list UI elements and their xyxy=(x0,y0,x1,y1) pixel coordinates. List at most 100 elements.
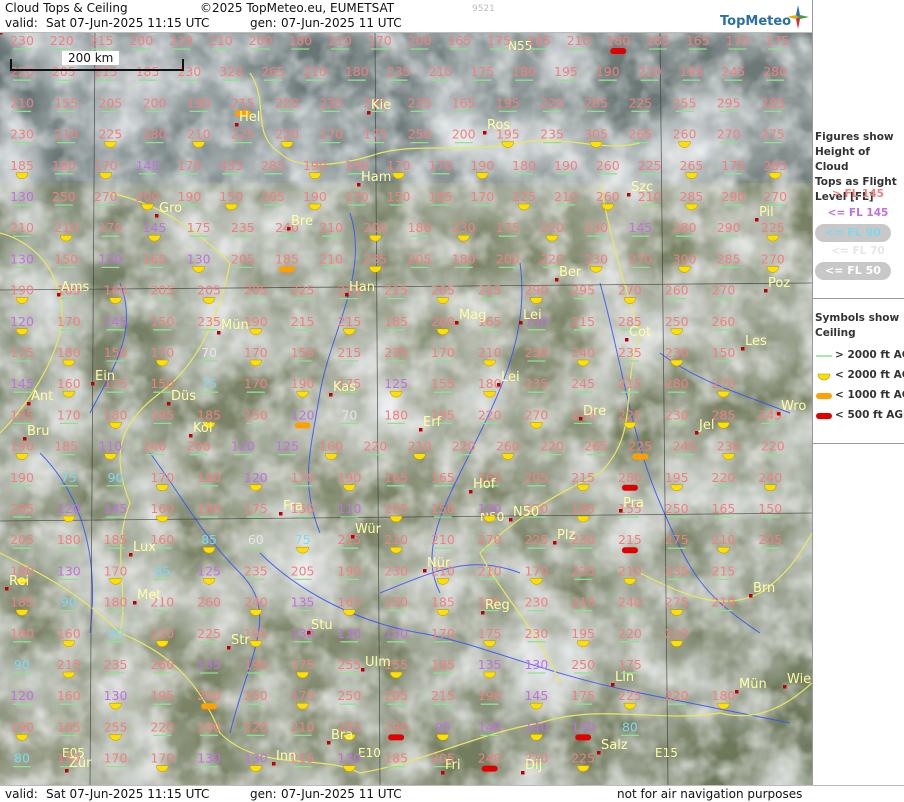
cloud-top-value: 180 xyxy=(143,127,167,142)
ceiling-legend-item: > 2000 ft AGL xyxy=(813,349,904,365)
cloud-top-value: 225 xyxy=(628,439,652,454)
weather-map[interactable]: N55N50E05E10E15 230220215200210210200180… xyxy=(0,33,812,785)
cloud-top-value: 235 xyxy=(387,64,411,79)
cloud-top-value: 160 xyxy=(10,626,34,641)
cloud-top-value: 170 xyxy=(726,33,750,48)
city-marker xyxy=(741,347,745,351)
cloud-top-value: 205 xyxy=(261,189,285,204)
cloud-top-value: 190 xyxy=(10,439,34,454)
city-marker xyxy=(625,338,629,342)
copyright-text: ©2025 TopMeteo.eu, EUMETSAT xyxy=(200,1,395,15)
cloud-top-value: 235 xyxy=(319,95,343,110)
city-marker xyxy=(419,428,423,432)
tops-legend-pill: <= FL 50 xyxy=(815,262,891,280)
city-marker xyxy=(167,402,171,406)
cloud-top-value: 230 xyxy=(10,33,34,48)
map-header: Cloud Tops & Ceiling ©2025 TopMeteo.eu, … xyxy=(0,0,812,33)
cloud-top-value: 175 xyxy=(10,345,34,360)
cloud-top-value: 130 xyxy=(197,751,221,766)
cloud-top-value: 180 xyxy=(384,407,408,422)
cloud-top-value: 185 xyxy=(646,33,670,48)
ceiling-legend-label: < 500 ft AGL xyxy=(835,409,904,421)
cloud-top-value: 90 xyxy=(14,657,30,672)
cloud-top-value: 130 xyxy=(384,626,408,641)
cloud-top-value: 270 xyxy=(524,407,548,422)
cloud-top-value: 155 xyxy=(54,95,78,110)
cloud-top-value: 215 xyxy=(571,470,595,485)
city-label: Ulm xyxy=(365,655,391,670)
cloud-top-value: 250 xyxy=(524,345,548,360)
cloud-top-value: 240 xyxy=(478,751,502,766)
logo-text: TopMeteo xyxy=(720,14,792,29)
map-footer: valid: Sat 07-Jun-2025 11:15 UTC gen: 07… xyxy=(0,785,904,802)
cloud-top-value: 225 xyxy=(512,189,536,204)
grid-label: E15 xyxy=(655,746,678,760)
cloud-top-value: 235 xyxy=(540,127,564,142)
cloud-top-value: 210 xyxy=(431,532,455,547)
cloud-top-value: 205 xyxy=(10,532,34,547)
map-canvas[interactable]: N55N50E05E10E15 230220215200210210200180… xyxy=(0,33,812,785)
cloud-top-value: 190 xyxy=(10,719,34,734)
city-label: Pil xyxy=(759,205,774,220)
cloud-top-value: 270 xyxy=(761,251,785,266)
city-label: Szc xyxy=(631,180,653,195)
cloud-top-value: 150 xyxy=(758,501,782,516)
cloud-top-value: 205 xyxy=(384,501,408,516)
tops-legend-item: <= FL 145 xyxy=(827,207,889,219)
cloud-top-value: 180 xyxy=(408,220,432,235)
cloud-top-value: 275 xyxy=(665,595,689,610)
ceiling-title-line: Ceiling xyxy=(815,327,856,339)
cloud-top-value: 215 xyxy=(571,314,595,329)
cloud-top-value: 210 xyxy=(638,64,662,79)
cloud-top-value: 200 xyxy=(143,95,167,110)
cloud-top-value: 185 xyxy=(431,595,455,610)
ceiling-500-symbol xyxy=(610,48,627,54)
cloud-top-value: 260 xyxy=(197,595,221,610)
cloud-top-value: 135 xyxy=(197,657,221,672)
cloud-top-value: 210 xyxy=(319,220,343,235)
cloud-top-value: 225 xyxy=(761,220,785,235)
footer-gen-time: 07-Jun-2025 11 UTC xyxy=(281,787,402,801)
ceiling-legend-label: > 2000 ft AGL xyxy=(835,349,904,361)
cloud-top-value: 225 xyxy=(638,158,662,173)
cloud-top-value: 130 xyxy=(10,251,34,266)
cloud-top-value: 270 xyxy=(763,189,787,204)
cloud-top-value: 235 xyxy=(384,345,408,360)
cloud-top-value: 170 xyxy=(428,158,452,173)
city-marker xyxy=(455,321,459,325)
cloud-top-value: 235 xyxy=(618,345,642,360)
cloud-top-value: 235 xyxy=(665,563,689,578)
city-label: Mag xyxy=(459,308,486,323)
cloud-top-value: 260 xyxy=(150,657,174,672)
cloud-top-value: 70 xyxy=(201,345,217,360)
city-label: Pra xyxy=(623,496,644,511)
cloud-top-value: 250 xyxy=(571,657,595,672)
legend-panel: Figures show Height of Cloud Tops as Fli… xyxy=(812,0,904,785)
cloud-top-value: 190 xyxy=(470,158,494,173)
city-marker xyxy=(521,771,525,775)
cloud-top-value: 435 xyxy=(219,158,243,173)
cloud-top-value: 185 xyxy=(275,251,299,266)
cloud-top-value: 150 xyxy=(104,345,128,360)
cloud-top-value: 180 xyxy=(57,345,81,360)
cloud-top-value: 155 xyxy=(431,376,455,391)
cloud-top-value: 185 xyxy=(10,158,34,173)
cloud-top-value: 270 xyxy=(94,189,118,204)
city-marker xyxy=(764,289,768,293)
cloud-top-value: 250 xyxy=(52,189,76,204)
city-marker xyxy=(497,383,501,387)
cloud-top-value: 135 xyxy=(478,657,502,672)
cloud-top-value: 145 xyxy=(104,314,128,329)
cloud-top-value: 205 xyxy=(197,283,221,298)
cloud-top-value: 150 xyxy=(54,251,78,266)
cloud-top-value: 235 xyxy=(231,220,255,235)
city-label: Ber xyxy=(559,265,582,280)
cloud-top-value: 150 xyxy=(291,345,315,360)
cloud-top-value: 170 xyxy=(104,751,128,766)
city-marker xyxy=(777,412,781,416)
city-label: Dre xyxy=(583,404,606,419)
city-label: Gro xyxy=(159,201,182,216)
city-label: Salz xyxy=(601,738,628,753)
city-marker xyxy=(735,690,739,694)
gen-label: gen: xyxy=(250,16,277,30)
